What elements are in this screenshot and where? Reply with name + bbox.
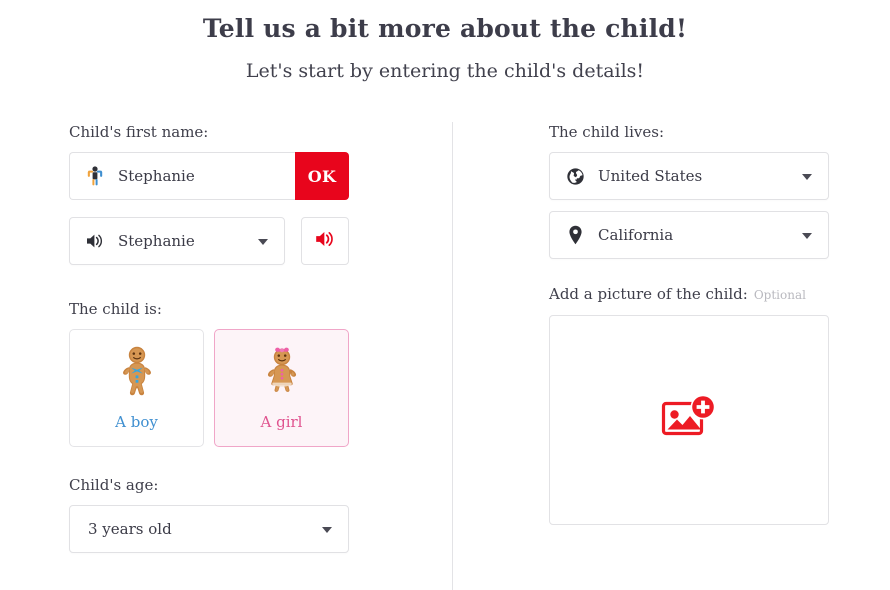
gender-label: The child is: [69, 300, 162, 318]
first-name-input[interactable] [118, 167, 278, 185]
gender-option-boy-label: A boy [115, 413, 158, 431]
picture-optional-tag: Optional [753, 288, 806, 302]
column-divider [452, 122, 453, 590]
age-value: 3 years old [88, 520, 172, 538]
chevron-down-icon [802, 174, 812, 180]
picture-label: Add a picture of the child: Optional [549, 284, 849, 305]
map-pin-icon [564, 224, 586, 246]
gender-option-girl[interactable]: A girl [214, 329, 349, 447]
pronunciation-select[interactable]: Stephanie [69, 217, 285, 265]
chevron-down-icon [802, 233, 812, 239]
age-label: Child's age: [69, 476, 159, 494]
chevron-down-icon [322, 527, 332, 533]
chevron-down-icon [258, 239, 268, 245]
page-title: Tell us a bit more about the child! [202, 14, 688, 43]
picture-label-text: Add a picture of the child: [549, 285, 748, 303]
age-select[interactable]: 3 years old [69, 505, 349, 553]
state-value: California [598, 226, 674, 244]
first-name-label: Child's first name: [69, 123, 209, 141]
gingerbread-boy-icon [113, 345, 161, 401]
globe-icon [564, 165, 586, 187]
right-column: The child lives: United States Californi… [549, 122, 849, 525]
gingerbread-girl-icon [258, 345, 306, 401]
page-header: Tell us a bit more about the child! Let'… [0, 0, 890, 84]
add-image-icon [661, 394, 717, 446]
ok-button[interactable]: OK [295, 152, 349, 200]
picture-upload-dropzone[interactable] [549, 315, 829, 525]
speaker-icon [84, 230, 106, 252]
first-name-input-wrapper[interactable] [69, 152, 295, 200]
pronunciation-value: Stephanie [118, 232, 195, 250]
gender-options: A boy A girl [69, 329, 369, 447]
gender-option-boy[interactable]: A boy [69, 329, 204, 447]
country-select[interactable]: United States [549, 152, 829, 200]
page-subtitle: Let's start by entering the child's deta… [245, 60, 645, 82]
first-name-row: OK [69, 152, 349, 200]
speaker-play-icon [314, 229, 336, 253]
child-person-icon [84, 165, 106, 187]
gender-option-girl-label: A girl [260, 413, 303, 431]
left-column: Child's first name: O [69, 122, 369, 553]
country-value: United States [598, 167, 703, 185]
form-columns: Child's first name: O [0, 122, 890, 590]
pronunciation-play-button[interactable] [301, 217, 349, 265]
pronunciation-row: Stephanie [69, 217, 349, 265]
state-select[interactable]: California [549, 211, 829, 259]
location-label: The child lives: [549, 123, 665, 141]
